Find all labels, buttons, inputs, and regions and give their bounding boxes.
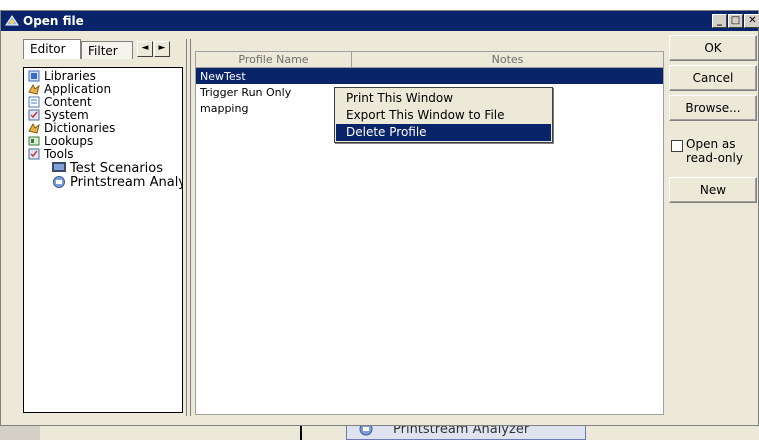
profile-name-cell: NewTest — [200, 70, 246, 83]
minimize-button[interactable]: _ — [712, 14, 727, 28]
tab-filter-label: Filter — [88, 44, 118, 58]
window-title: Open file — [23, 14, 84, 28]
tab-scroll-right-button[interactable]: ► — [154, 41, 170, 57]
cancel-button[interactable]: Cancel — [669, 65, 757, 91]
ok-button[interactable]: OK — [669, 35, 757, 61]
cancel-label: Cancel — [692, 71, 734, 85]
new-label: New — [699, 183, 727, 197]
content-icon — [28, 96, 40, 108]
profile-name-cell: Trigger Run Only — [200, 86, 292, 99]
panel-splitter[interactable] — [186, 39, 191, 416]
arrow-left-icon: ◄ — [141, 43, 149, 53]
browse-label: Browse... — [685, 101, 741, 115]
application-icon — [28, 83, 40, 95]
context-menu: Print This Window Export This Window to … — [334, 87, 553, 143]
background-divider — [300, 425, 302, 440]
profile-name-cell: mapping — [200, 102, 249, 115]
column-header-profile-name[interactable]: Profile Name — [196, 53, 351, 66]
open-readonly-label: Open as read-only — [686, 137, 743, 165]
title-bar[interactable]: Open file _ □ ✕ — [1, 11, 759, 31]
printstream-icon — [53, 176, 65, 188]
library-icon — [28, 70, 40, 82]
menu-item-label: Delete Profile — [346, 125, 427, 139]
dictionary-icon — [28, 122, 40, 134]
app-icon — [5, 15, 19, 26]
close-button[interactable]: ✕ — [744, 14, 759, 28]
maximize-button[interactable]: □ — [728, 14, 743, 28]
tools-icon — [28, 148, 40, 160]
browse-button[interactable]: Browse... — [669, 95, 757, 121]
menu-item-export-window[interactable]: Export This Window to File — [336, 107, 551, 124]
table-row[interactable]: NewTest — [196, 68, 663, 84]
new-button[interactable]: New — [669, 177, 757, 203]
system-icon — [28, 109, 40, 121]
arrow-right-icon: ► — [158, 43, 166, 53]
background-strip — [0, 425, 40, 440]
tab-editor[interactable]: Editor — [23, 39, 81, 59]
tab-filter[interactable]: Filter — [81, 41, 133, 59]
tree-item-label: Tools — [44, 147, 74, 161]
table-header: Profile Name Notes — [196, 52, 663, 68]
test-scenarios-icon — [52, 162, 66, 172]
menu-item-label: Export This Window to File — [346, 108, 505, 122]
menu-item-delete-profile[interactable]: Delete Profile — [336, 124, 551, 141]
menu-item-print-window[interactable]: Print This Window — [336, 90, 551, 107]
tree-item-label: Test Scenarios — [70, 161, 164, 176]
category-tree[interactable]: Libraries Application Content System Dic… — [23, 67, 183, 413]
menu-item-label: Print This Window — [346, 91, 454, 105]
lookup-icon — [28, 136, 40, 146]
column-header-notes[interactable]: Notes — [352, 53, 663, 66]
tree-item-label: Printstream Analy — [70, 175, 183, 190]
tab-scroll-left-button[interactable]: ◄ — [137, 41, 153, 57]
tab-editor-label: Editor — [30, 42, 66, 56]
ok-label: OK — [704, 41, 722, 55]
open-file-dialog: Open file _ □ ✕ Editor Filter ◄ ► Librar… — [0, 10, 759, 426]
open-readonly-checkbox[interactable] — [671, 140, 683, 152]
